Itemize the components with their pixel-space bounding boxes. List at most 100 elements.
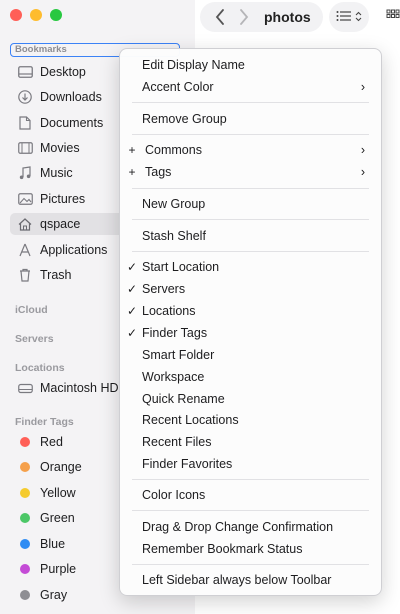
close-window-button[interactable] bbox=[10, 9, 22, 21]
sidebar-tag-label: Yellow bbox=[40, 486, 76, 500]
menu-item-tags[interactable]: + Tags › bbox=[120, 162, 381, 182]
menu-item-label: Locations bbox=[142, 304, 196, 318]
sidebar-item-label: Documents bbox=[40, 116, 104, 130]
menu-separator bbox=[132, 510, 369, 511]
menu-item-label: New Group bbox=[142, 197, 206, 211]
sidebar-item-label: Applications bbox=[40, 243, 108, 257]
plus-icon: + bbox=[128, 165, 136, 179]
tag-color-dot-icon bbox=[20, 513, 30, 523]
menu-item-smart-folder[interactable]: Smart Folder bbox=[120, 345, 381, 365]
servers-section-title[interactable]: Servers bbox=[15, 333, 54, 345]
checkmark-icon: ✓ bbox=[126, 260, 138, 274]
menu-item-color-icons[interactable]: Color Icons bbox=[120, 485, 381, 505]
menu-item-label: Color Icons bbox=[142, 488, 206, 502]
tag-color-dot-icon bbox=[20, 437, 30, 447]
menu-item-label: Left Sidebar always below Toolbar bbox=[142, 573, 332, 587]
menu-separator bbox=[132, 134, 369, 135]
menu-item-commons[interactable]: + Commons › bbox=[120, 140, 381, 160]
checkmark-icon: ✓ bbox=[126, 326, 138, 340]
zoom-window-button[interactable] bbox=[50, 9, 62, 21]
tag-color-dot-icon bbox=[20, 539, 30, 549]
applications-icon bbox=[17, 242, 33, 258]
sidebar-item-label: Desktop bbox=[40, 65, 86, 79]
menu-item-label: Quick Rename bbox=[142, 392, 225, 406]
menu-separator bbox=[132, 219, 369, 220]
menu-item-label: Commons bbox=[145, 143, 202, 157]
desktop-icon bbox=[17, 64, 33, 80]
checkmark-icon: ✓ bbox=[126, 282, 138, 296]
sidebar-item-label: Trash bbox=[40, 268, 72, 282]
forward-button[interactable] bbox=[232, 5, 256, 29]
tag-color-dot-icon bbox=[20, 590, 30, 600]
tag-color-dot-icon bbox=[20, 462, 30, 472]
menu-item-locations[interactable]: ✓ Locations bbox=[120, 301, 381, 321]
menu-item-label: Finder Favorites bbox=[142, 457, 233, 471]
menu-item-stash-shelf[interactable]: Stash Shelf bbox=[120, 226, 381, 246]
picture-icon bbox=[17, 191, 33, 207]
back-button[interactable] bbox=[208, 5, 232, 29]
chevron-updown-icon bbox=[355, 10, 362, 25]
menu-item-label: Edit Display Name bbox=[142, 58, 245, 72]
tag-color-dot-icon bbox=[20, 488, 30, 498]
menu-separator bbox=[132, 102, 369, 103]
menu-item-edit-display-name[interactable]: Edit Display Name bbox=[120, 55, 381, 75]
menu-item-label: Remove Group bbox=[142, 112, 227, 126]
sidebar-item-label: Downloads bbox=[40, 90, 102, 104]
menu-item-finder-favorites[interactable]: Finder Favorites bbox=[120, 454, 381, 474]
sidebar-item-label: Pictures bbox=[40, 192, 86, 206]
trash-icon bbox=[17, 267, 33, 283]
icloud-section-title[interactable]: iCloud bbox=[15, 304, 48, 316]
grid-icon bbox=[386, 9, 400, 26]
checkmark-icon: ✓ bbox=[126, 304, 138, 318]
home-icon bbox=[17, 216, 33, 232]
grid-view-button[interactable] bbox=[378, 2, 400, 32]
sidebar-tag-label: Gray bbox=[40, 588, 68, 602]
menu-item-label: Smart Folder bbox=[142, 348, 215, 362]
menu-separator bbox=[132, 564, 369, 565]
locations-section-title[interactable]: Locations bbox=[15, 362, 65, 374]
sidebar-tag-label: Red bbox=[40, 435, 63, 449]
menu-item-left-sidebar-below-toolbar[interactable]: Left Sidebar always below Toolbar bbox=[120, 570, 381, 590]
menu-separator bbox=[132, 479, 369, 480]
music-note-icon bbox=[17, 165, 33, 181]
tag-color-dot-icon bbox=[20, 564, 30, 574]
sidebar-tag-label: Purple bbox=[40, 562, 77, 576]
menu-item-finder-tags[interactable]: ✓ Finder Tags bbox=[120, 323, 381, 343]
menu-item-label: Accent Color bbox=[142, 80, 214, 94]
menu-item-remember-bookmark-status[interactable]: Remember Bookmark Status bbox=[120, 539, 381, 559]
menu-item-label: Servers bbox=[142, 282, 186, 296]
menu-item-workspace[interactable]: Workspace bbox=[120, 367, 381, 387]
menu-item-label: Start Location bbox=[142, 260, 220, 274]
context-menu: Edit Display Name Accent Color › Remove … bbox=[119, 48, 382, 596]
menu-item-servers[interactable]: ✓ Servers bbox=[120, 279, 381, 299]
disk-icon bbox=[17, 380, 33, 396]
sidebar-item-label: Movies bbox=[40, 141, 80, 155]
menu-item-drag-drop-confirmation[interactable]: Drag & Drop Change Confirmation bbox=[120, 517, 381, 537]
menu-item-remove-group[interactable]: Remove Group bbox=[120, 109, 381, 129]
finder-tags-section-title[interactable]: Finder Tags bbox=[15, 416, 74, 428]
menu-item-recent-locations[interactable]: Recent Locations bbox=[120, 410, 381, 430]
minimize-window-button[interactable] bbox=[30, 9, 42, 21]
menu-item-label: Recent Locations bbox=[142, 413, 239, 427]
list-view-icon bbox=[336, 10, 352, 25]
menu-item-label: Tags bbox=[145, 165, 172, 179]
sidebar-item-label: Macintosh HD bbox=[40, 381, 119, 395]
downloads-icon bbox=[17, 89, 33, 105]
menu-item-label: Recent Files bbox=[142, 435, 212, 449]
chevron-right-icon: › bbox=[360, 165, 366, 179]
menu-item-new-group[interactable]: New Group bbox=[120, 194, 381, 214]
menu-item-recent-files[interactable]: Recent Files bbox=[120, 432, 381, 452]
menu-item-accent-color[interactable]: Accent Color › bbox=[120, 77, 381, 97]
window-controls bbox=[10, 9, 62, 21]
sidebar-item-label: qspace bbox=[40, 217, 81, 231]
current-folder-title: photos bbox=[264, 9, 311, 25]
menu-separator bbox=[132, 188, 369, 189]
sidebar-tag-label: Blue bbox=[40, 537, 66, 551]
chevron-right-icon: › bbox=[360, 80, 366, 94]
menu-item-start-location[interactable]: ✓ Start Location bbox=[120, 257, 381, 277]
menu-item-quick-rename[interactable]: Quick Rename bbox=[120, 389, 381, 409]
sidebar-tag-label: Orange bbox=[40, 460, 82, 474]
chevron-right-icon: › bbox=[360, 143, 366, 157]
navigation-bar: photos bbox=[200, 2, 323, 32]
view-options-button[interactable] bbox=[329, 2, 369, 32]
